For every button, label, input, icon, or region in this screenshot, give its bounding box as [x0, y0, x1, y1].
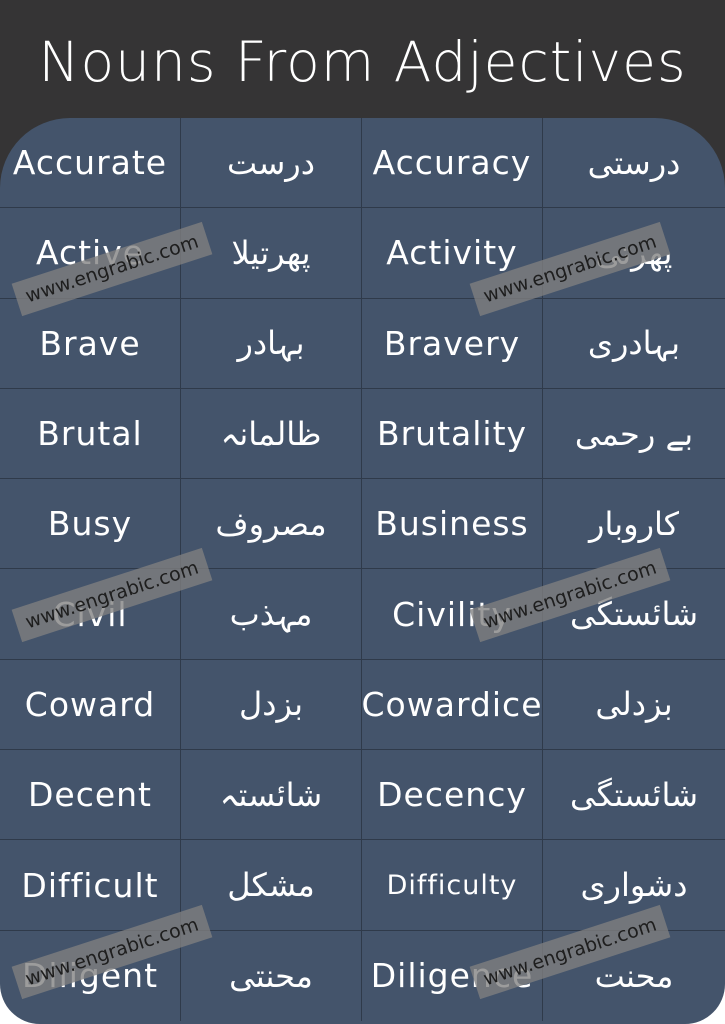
noun-cell: Cowardice: [361, 659, 543, 751]
adjective-urdu-cell: محنتی: [181, 930, 362, 1021]
adjective-urdu-cell: ظالمانہ: [181, 388, 362, 480]
noun-cell: Decency: [362, 750, 543, 841]
adjective-text: Accurate: [12, 143, 168, 183]
adjective-urdu-cell: بزدل: [181, 659, 362, 751]
noun-cell: Business: [362, 479, 543, 570]
adjective-urdu-cell: بہادر: [181, 298, 362, 389]
noun-urdu-cell: بزدلی: [543, 660, 725, 751]
noun-text: Brutality: [376, 414, 528, 454]
noun-text: Accuracy: [372, 143, 532, 183]
adjective-cell: Busy: [0, 479, 181, 570]
adjective-text: Difficult: [21, 865, 159, 905]
noun-urdu-text: بہادری: [587, 324, 681, 363]
noun-cell: Bravery: [362, 298, 543, 389]
adjective-urdu-text: درست: [227, 143, 315, 182]
noun-urdu-text: شائستگی: [569, 775, 698, 814]
noun-text: Activity: [386, 233, 518, 273]
noun-urdu-cell: بے رحمی: [543, 389, 725, 480]
adjective-urdu-cell: مصروف: [181, 479, 362, 570]
noun-urdu-cell: درستی: [543, 118, 725, 209]
adjective-urdu-text: بزدل: [238, 685, 304, 724]
noun-urdu-text: دشواری: [580, 866, 688, 905]
noun-urdu-text: درستی: [587, 143, 681, 182]
adjective-text: Brutal: [37, 414, 143, 454]
adjective-urdu-text: پھرتیلا: [231, 233, 311, 272]
adjective-urdu-text: ظالمانہ: [220, 414, 322, 453]
noun-urdu-cell: بہادری: [543, 299, 725, 389]
noun-cell: Brutality: [362, 388, 543, 480]
noun-text: Cowardice: [361, 684, 543, 724]
noun-urdu-text: محنت: [594, 956, 674, 995]
adjective-urdu-cell: شائستہ: [181, 750, 362, 841]
adjective-urdu-cell: مشکل: [181, 840, 362, 931]
noun-urdu-text: کاروبار: [589, 504, 679, 543]
page-title: Nouns From Adjectives: [38, 30, 687, 94]
adjective-cell: Difficult: [0, 840, 181, 931]
adjective-urdu-cell: مہذب: [181, 569, 362, 660]
adjective-text: Brave: [39, 323, 141, 363]
adjective-cell: Brutal: [0, 388, 181, 480]
noun-text: Decency: [377, 775, 527, 815]
adjective-text: Busy: [47, 504, 133, 544]
noun-cell: Accuracy: [362, 118, 543, 209]
adjective-text: Decent: [27, 775, 152, 815]
adjective-urdu-text: محنتی: [229, 956, 313, 995]
noun-text: Business: [375, 504, 529, 544]
noun-text: Bravery: [383, 323, 521, 363]
noun-urdu-text: بے رحمی: [574, 414, 694, 453]
adjective-urdu-text: مشکل: [227, 866, 315, 905]
adjective-urdu-text: شائستہ: [219, 775, 323, 814]
adjective-cell: Coward: [0, 659, 181, 751]
adjective-cell: Decent: [0, 750, 181, 841]
adjective-urdu-text: بہادر: [237, 324, 305, 363]
noun-urdu-cell: شائستگی: [543, 750, 725, 841]
adjective-urdu-text: مہذب: [229, 595, 313, 634]
noun-cell: Difficulty: [362, 840, 543, 931]
noun-text: Difficulty: [386, 869, 518, 901]
adjective-urdu-cell: درست: [181, 118, 362, 209]
adjective-urdu-text: مصروف: [215, 504, 327, 543]
noun-urdu-text: بزدلی: [595, 685, 673, 724]
adjective-text: Coward: [24, 684, 156, 724]
adjective-cell: Accurate: [0, 118, 181, 209]
